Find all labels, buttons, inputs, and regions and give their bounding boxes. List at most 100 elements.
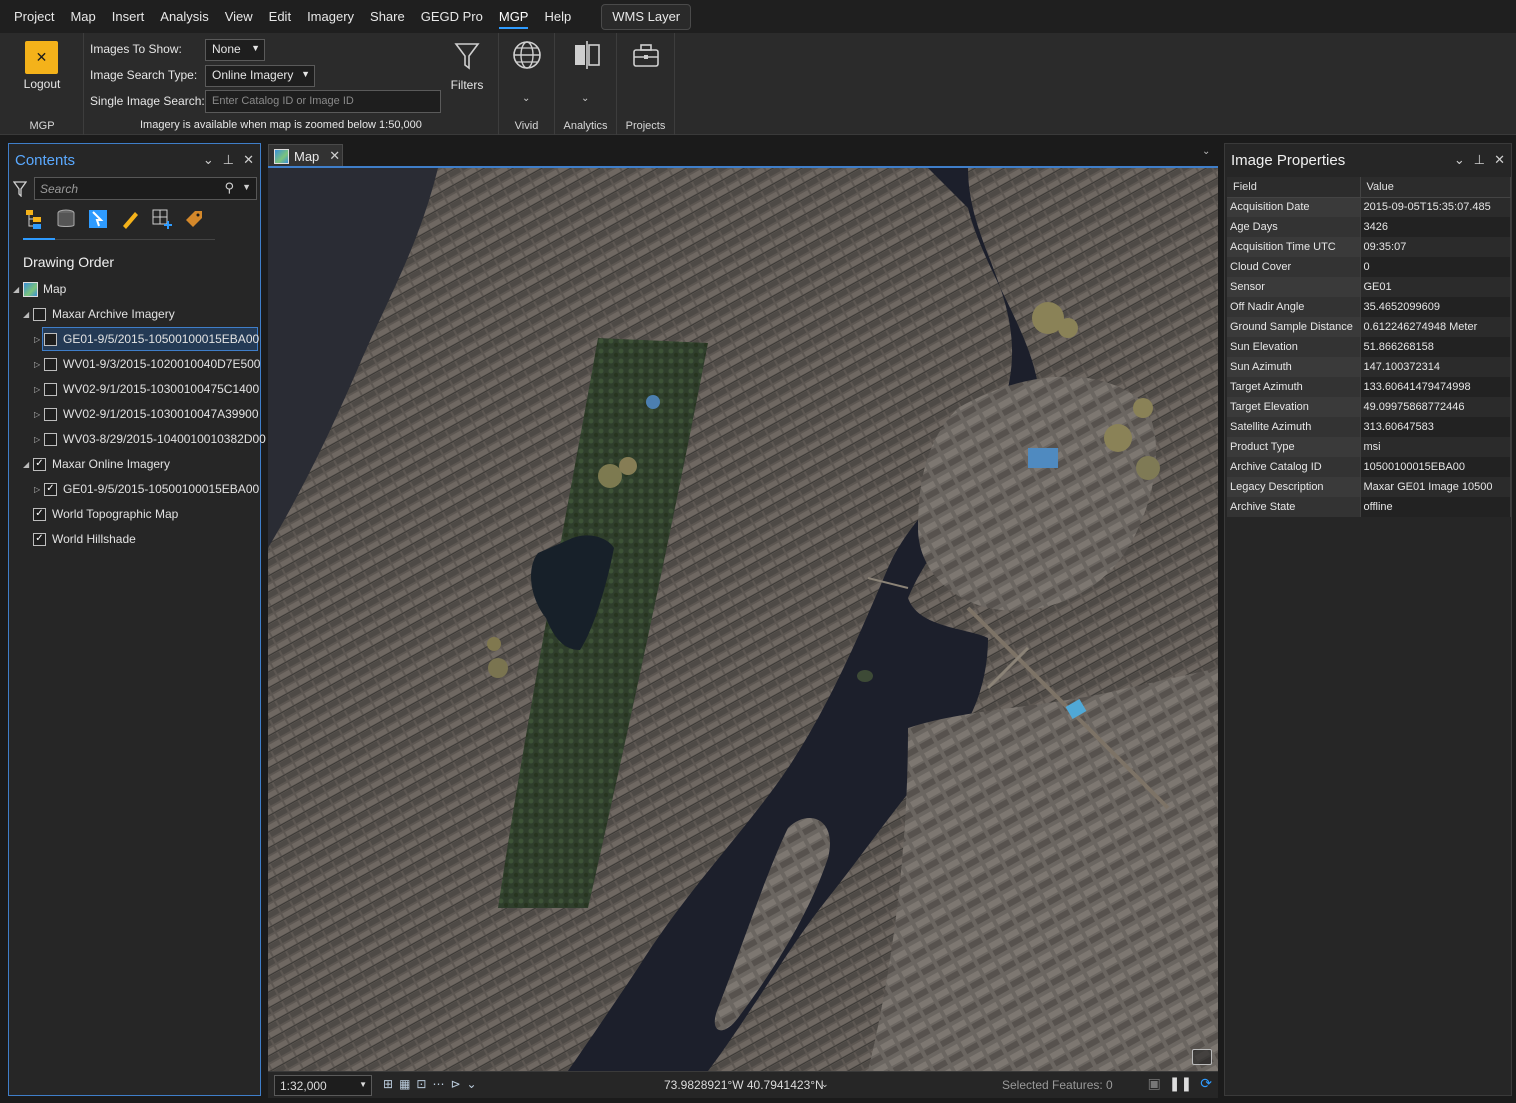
table-row[interactable]: Target Elevation 49.09975868772446: [1227, 397, 1511, 417]
table-row[interactable]: Product Type msi: [1227, 437, 1511, 457]
layer-world-hillshade[interactable]: ✓ World Hillshade: [33, 527, 136, 551]
single-image-search-input[interactable]: Enter Catalog ID or Image ID: [205, 90, 441, 113]
layer-checkbox[interactable]: [44, 407, 57, 421]
menu-imagery[interactable]: Imagery: [299, 0, 362, 33]
clear-selection-icon[interactable]: ▣: [1148, 1075, 1161, 1092]
table-row[interactable]: Legacy Description Maxar GE01 Image 10500: [1227, 477, 1511, 497]
chevron-down-icon[interactable]: ⌄: [203, 152, 214, 168]
chevron-down-icon[interactable]: ⌄: [522, 93, 530, 104]
table-row[interactable]: Age Days 3426: [1227, 217, 1511, 237]
fixed-zoom-icon[interactable]: ⊞: [383, 1077, 393, 1091]
expand-icon[interactable]: ▷: [34, 360, 44, 369]
layer-maxar-online[interactable]: ◢ ✓ Maxar Online Imagery: [23, 452, 170, 476]
chevron-down-icon[interactable]: ⌄: [1202, 146, 1210, 157]
expand-icon[interactable]: ▷: [34, 485, 44, 494]
layer-checkbox[interactable]: [33, 307, 46, 321]
images-to-show-select[interactable]: None ▼: [205, 39, 265, 61]
close-icon[interactable]: ✕: [243, 152, 254, 168]
layer-checkbox-checked[interactable]: ✓: [44, 482, 57, 496]
layer-checkbox-checked[interactable]: ✓: [33, 507, 46, 521]
table-row[interactable]: Target Azimuth 133.60641479474998: [1227, 377, 1511, 397]
chevron-down-icon[interactable]: ⌄: [821, 1079, 829, 1090]
expand-icon[interactable]: ◢: [23, 310, 33, 319]
notes-icon[interactable]: [1192, 1049, 1212, 1065]
table-row[interactable]: Acquisition Date 2015-09-05T15:35:07.485: [1227, 197, 1511, 217]
filter-icon[interactable]: [13, 181, 27, 197]
table-row[interactable]: Satellite Azimuth 313.60647583: [1227, 417, 1511, 437]
column-header-field[interactable]: Field: [1227, 177, 1361, 198]
tree-map-node[interactable]: ◢ Map: [13, 277, 66, 301]
contents-search-input[interactable]: Search ⚲ ▼: [34, 177, 257, 200]
expand-icon[interactable]: ▷: [34, 335, 44, 344]
selected-features[interactable]: Selected Features: 0: [1002, 1078, 1113, 1092]
snapping-icon[interactable]: [151, 208, 173, 230]
compare-icon[interactable]: [572, 39, 602, 71]
close-icon[interactable]: ✕: [329, 148, 340, 164]
menu-gegd-pro[interactable]: GEGD Pro: [413, 0, 491, 33]
expand-icon[interactable]: ▷: [34, 435, 44, 444]
tab-map[interactable]: Map ✕: [268, 144, 343, 167]
pause-icon[interactable]: ❚❚: [1169, 1075, 1192, 1092]
layer-archive-wv02-b[interactable]: ▷ WV02-9/1/2015-1030010047A39900: [34, 402, 259, 426]
layer-checkbox[interactable]: [44, 432, 57, 446]
table-row[interactable]: Archive Catalog ID 10500100015EBA00: [1227, 457, 1511, 477]
layer-checkbox[interactable]: [44, 382, 57, 396]
column-header-value[interactable]: Value: [1360, 177, 1511, 198]
chevron-down-icon[interactable]: ⌄: [581, 93, 589, 104]
layer-archive-wv01[interactable]: ▷ WV01-9/3/2015-1020010040D7E500: [34, 352, 260, 376]
snap-icon[interactable]: ⊳: [450, 1077, 460, 1091]
layer-checkbox-checked[interactable]: ✓: [33, 457, 46, 471]
layer-archive-ge01[interactable]: ▷ GE01-9/5/2015-10500100015EBA00: [9, 327, 260, 351]
menu-mgp[interactable]: MGP: [491, 0, 537, 33]
layer-checkbox[interactable]: [44, 332, 57, 346]
table-row[interactable]: Sun Azimuth 147.100372314: [1227, 357, 1511, 377]
expand-icon[interactable]: ▷: [34, 410, 44, 419]
constraint-icon[interactable]: ⊡: [416, 1077, 426, 1091]
table-row[interactable]: Sensor GE01: [1227, 277, 1511, 297]
chevron-down-icon[interactable]: ⌄: [467, 1077, 477, 1091]
logout-icon[interactable]: ✕: [25, 41, 58, 74]
measure-icon[interactable]: ⋯: [432, 1077, 444, 1091]
expand-icon[interactable]: ◢: [23, 460, 33, 469]
labeling-icon[interactable]: [183, 208, 205, 230]
table-row[interactable]: Archive State offline: [1227, 497, 1511, 517]
table-row[interactable]: Cloud Cover 0: [1227, 257, 1511, 277]
satellite-imagery[interactable]: [268, 168, 1218, 1071]
pin-icon[interactable]: ⊥: [223, 152, 234, 168]
data-source-icon[interactable]: [55, 208, 77, 230]
selection-icon[interactable]: [87, 208, 109, 230]
wms-layer-tab[interactable]: WMS Layer: [601, 3, 692, 30]
briefcase-icon[interactable]: [632, 43, 660, 69]
search-icon[interactable]: ⚲: [224, 180, 234, 196]
layer-world-topographic[interactable]: ✓ World Topographic Map: [33, 502, 178, 526]
image-search-type-select[interactable]: Online Imagery ▼: [205, 65, 315, 87]
layer-archive-wv02-a[interactable]: ▷ WV02-9/1/2015-10300100475C1400: [34, 377, 259, 401]
pin-icon[interactable]: ⊥: [1474, 152, 1485, 168]
menu-project[interactable]: Project: [6, 0, 62, 33]
map-view[interactable]: [268, 168, 1218, 1071]
menu-analysis[interactable]: Analysis: [152, 0, 216, 33]
expand-icon[interactable]: ▷: [34, 385, 44, 394]
drawing-order-icon[interactable]: [23, 208, 45, 230]
logout-button[interactable]: Logout: [0, 77, 84, 91]
chevron-down-icon[interactable]: ⌄: [1454, 152, 1465, 168]
table-row[interactable]: Ground Sample Distance 0.612246274948 Met…: [1227, 317, 1511, 337]
menu-view[interactable]: View: [217, 0, 261, 33]
expand-icon[interactable]: ◢: [13, 285, 23, 294]
layer-online-ge01[interactable]: ▷ ✓ GE01-9/5/2015-10500100015EBA00: [34, 477, 259, 501]
menu-share[interactable]: Share: [362, 0, 413, 33]
menu-map[interactable]: Map: [62, 0, 103, 33]
close-icon[interactable]: ✕: [1494, 152, 1505, 168]
chevron-down-icon[interactable]: ▼: [242, 182, 251, 192]
table-row[interactable]: Sun Elevation 51.866268158: [1227, 337, 1511, 357]
grid-icon[interactable]: ▦: [399, 1077, 410, 1091]
editing-icon[interactable]: [119, 208, 141, 230]
table-row[interactable]: Off Nadir Angle 35.4652099609: [1227, 297, 1511, 317]
refresh-icon[interactable]: ⟳: [1200, 1075, 1212, 1092]
table-row[interactable]: Acquisition Time UTC 09:35:07: [1227, 237, 1511, 257]
layer-checkbox[interactable]: [44, 357, 57, 371]
layer-checkbox-checked[interactable]: ✓: [33, 532, 46, 546]
layer-maxar-archive[interactable]: ◢ Maxar Archive Imagery: [23, 302, 175, 326]
scale-select[interactable]: 1:32,000 ▼: [274, 1075, 372, 1096]
layer-archive-wv03[interactable]: ▷ WV03-8/29/2015-1040010010382D00: [34, 427, 266, 451]
